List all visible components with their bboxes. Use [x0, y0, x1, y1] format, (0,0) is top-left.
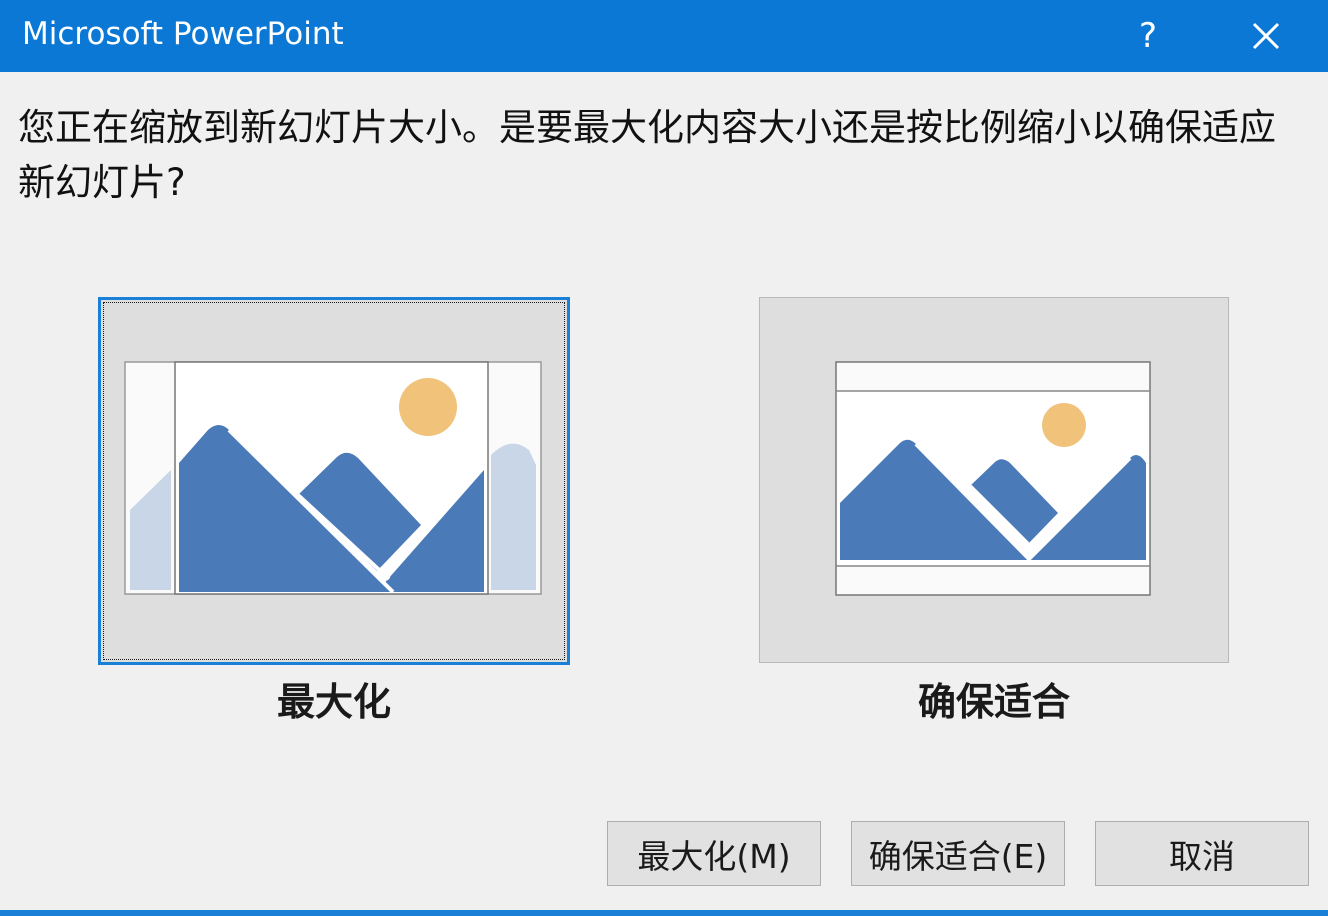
dialog-message: 您正在缩放到新幻灯片大小。是要最大化内容大小还是按比例缩小以确保适应新幻灯片?: [18, 106, 1276, 204]
maximize-button[interactable]: 最大化(M): [607, 821, 821, 886]
ensure-fit-button[interactable]: 确保适合(E): [851, 821, 1065, 886]
maximize-preview-illustration: [124, 361, 542, 595]
maximize-option-label: 最大化: [276, 680, 391, 724]
title-bar: Microsoft PowerPoint ?: [0, 0, 1328, 72]
close-icon: [1252, 22, 1280, 50]
help-icon: ?: [1138, 16, 1158, 56]
window-title: Microsoft PowerPoint: [22, 16, 344, 52]
help-button[interactable]: ?: [1112, 0, 1184, 72]
ensure-fit-option[interactable]: [759, 297, 1229, 663]
cancel-button[interactable]: 取消: [1095, 821, 1309, 886]
window-bottom-border: [0, 910, 1328, 916]
ensure-fit-option-label: 确保适合: [917, 680, 1070, 724]
ensure-fit-preview-illustration: [835, 361, 1151, 596]
maximize-option[interactable]: [98, 297, 570, 665]
close-button[interactable]: [1230, 0, 1302, 72]
